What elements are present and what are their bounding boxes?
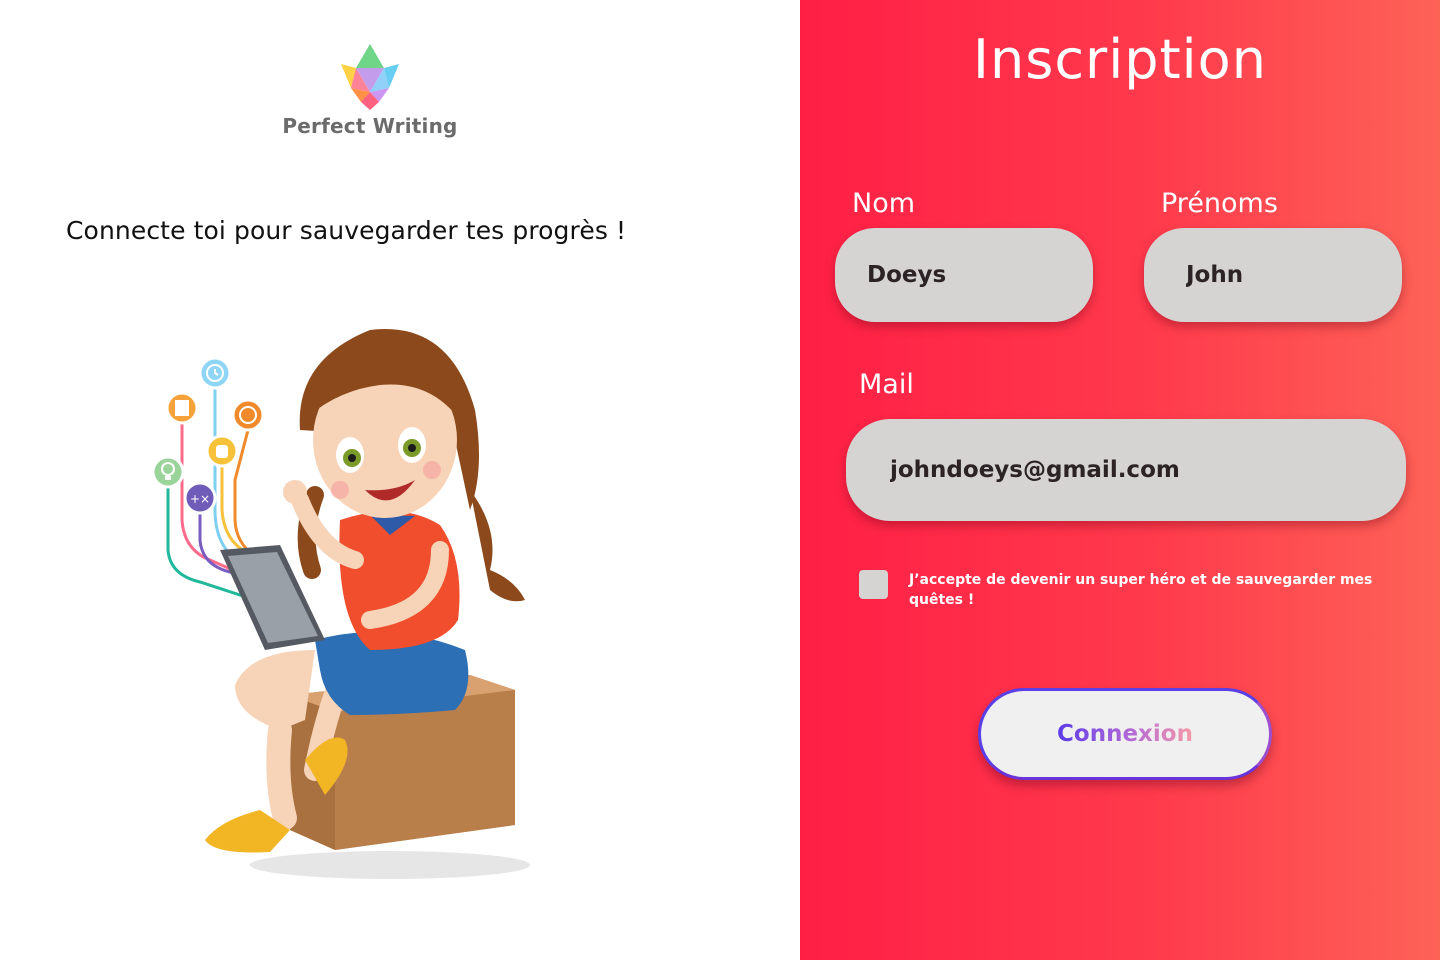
brand-name: Perfect Writing [282,114,458,138]
girl-with-tablet-illustration: +× [151,329,530,879]
note-icon [165,391,199,425]
globe-icon [231,398,265,432]
tagline: Connecte toi pour sauvegarder tes progrè… [66,216,627,245]
nom-input[interactable] [835,228,1093,322]
logo[interactable]: Perfect Writing [280,42,460,138]
lightbulb-icon [151,455,185,489]
consent-text: J’accepte de devenir un super héro et de… [909,572,1373,608]
form-title: Inscription [973,28,1267,91]
svg-text:+×: +× [190,492,210,506]
prenoms-input[interactable] [1144,228,1402,322]
mail-input[interactable] [846,419,1406,521]
mail-label: Mail [859,369,914,400]
math-icon: +× [183,481,217,515]
nom-label: Nom [852,188,916,219]
connexion-button[interactable]: Connexion [978,688,1272,780]
connexion-label: Connexion [1057,721,1193,747]
star-logo-icon [341,44,399,110]
prenoms-label: Prénoms [1161,188,1278,219]
consent-checkbox[interactable] [859,570,888,599]
hand-icon [205,434,239,468]
left-panel: Perfect Writing Connecte toi pour sauveg… [0,0,800,960]
clock-icon [198,356,232,390]
